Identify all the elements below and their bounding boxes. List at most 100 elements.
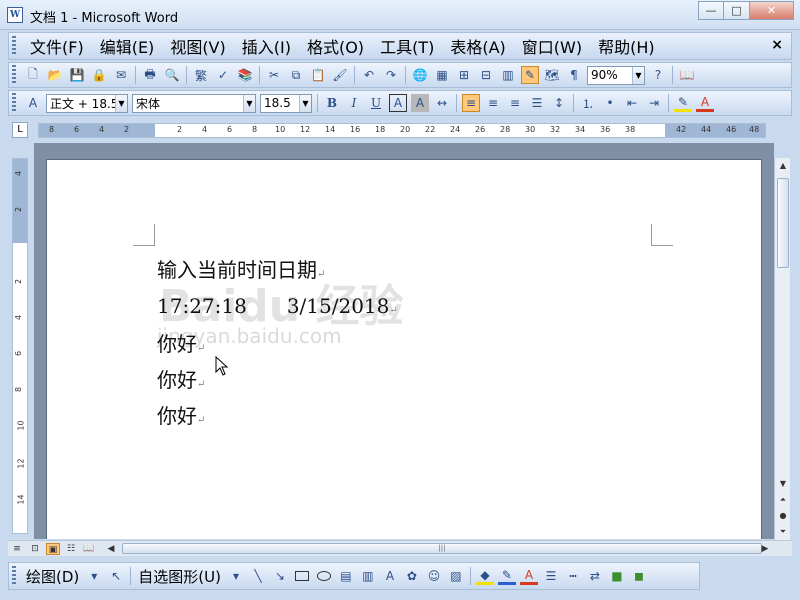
- arrow-tool-icon[interactable]: ↘: [271, 567, 289, 585]
- columns-icon[interactable]: ▥: [499, 66, 517, 84]
- copy-icon[interactable]: ⧉: [287, 66, 305, 84]
- close-document-button[interactable]: ×: [771, 37, 783, 53]
- character-border-button[interactable]: A: [389, 94, 407, 112]
- horizontal-ruler[interactable]: 8 6 4 2 2 4 6 8 10 12 14 16 18 20 22 24 …: [38, 123, 766, 138]
- redo-icon[interactable]: ↷: [382, 66, 400, 84]
- traditional-chinese-button[interactable]: 繁: [192, 66, 210, 84]
- style-dropdown[interactable]: 正文 + 18.5 ▼: [46, 93, 128, 113]
- scroll-up-icon[interactable]: ▲: [775, 158, 791, 174]
- line-style-icon[interactable]: ☰: [542, 567, 560, 585]
- select-objects-icon[interactable]: ↖: [107, 567, 125, 585]
- underline-button[interactable]: U: [367, 94, 385, 112]
- decrease-indent-icon[interactable]: ⇤: [623, 94, 641, 112]
- read-mode-icon[interactable]: 📖: [678, 66, 696, 84]
- bullets-icon[interactable]: •: [601, 94, 619, 112]
- text-box-icon[interactable]: ▤: [337, 567, 355, 585]
- align-left-icon[interactable]: ≡: [462, 94, 480, 112]
- character-scaling-icon[interactable]: ↔: [433, 94, 451, 112]
- document-line[interactable]: 输入当前时间日期↵: [157, 254, 325, 283]
- scroll-right-icon[interactable]: ▶: [758, 543, 772, 555]
- italic-button[interactable]: I: [345, 94, 363, 112]
- line-color-icon[interactable]: ✎: [497, 567, 516, 585]
- previous-page-icon[interactable]: ⏶: [775, 492, 791, 508]
- menu-format[interactable]: 格式(O): [299, 34, 372, 58]
- print-preview-icon[interactable]: 🔍: [163, 66, 181, 84]
- research-icon[interactable]: 📚: [236, 66, 254, 84]
- chevron-down-icon[interactable]: ▼: [299, 94, 311, 112]
- align-right-icon[interactable]: ≡: [506, 94, 524, 112]
- menu-table[interactable]: 表格(A): [442, 34, 513, 58]
- tables-borders-icon[interactable]: ▦: [433, 66, 451, 84]
- email-icon[interactable]: ✉: [112, 66, 130, 84]
- document-line[interactable]: 你好↵: [157, 400, 205, 429]
- tab-selector-icon[interactable]: L: [12, 122, 28, 138]
- shadow-style-icon[interactable]: ■: [608, 567, 626, 585]
- styles-formatting-icon[interactable]: A: [24, 94, 42, 112]
- font-color-button[interactable]: A: [696, 94, 714, 112]
- arrow-style-icon[interactable]: ⇄: [586, 567, 604, 585]
- chevron-down-icon[interactable]: ▾: [85, 567, 103, 585]
- insert-picture-icon[interactable]: ▨: [447, 567, 465, 585]
- outline-view-icon[interactable]: ☷: [64, 543, 78, 555]
- dash-style-icon[interactable]: ┅: [564, 567, 582, 585]
- vertical-ruler[interactable]: 4 2 2 4 6 8 10 12 14: [12, 158, 28, 534]
- justify-icon[interactable]: ☰: [528, 94, 546, 112]
- reading-layout-icon[interactable]: 📖: [82, 543, 96, 555]
- horizontal-scrollbar[interactable]: ≡ ⊡ ▣ ☷ 📖 ◀ ||| ▶: [8, 540, 792, 556]
- wordart-icon[interactable]: A: [381, 567, 399, 585]
- chevron-down-icon[interactable]: ▾: [227, 567, 245, 585]
- line-spacing-icon[interactable]: ↕: [550, 94, 568, 112]
- document-line[interactable]: 17:27:18 3/15/2018↵: [157, 290, 398, 319]
- document-page[interactable]: Baidu 经验 jingyan.baidu.com 输入当前时间日期↵ 17:…: [46, 159, 762, 539]
- zoom-dropdown[interactable]: 90% ▼: [587, 65, 645, 85]
- autoshapes-menu-button[interactable]: 自选图形(U): [134, 566, 225, 587]
- menu-file[interactable]: 文件(F): [22, 34, 92, 58]
- menu-tools[interactable]: 工具(T): [372, 34, 442, 58]
- numbering-icon[interactable]: ⒈: [579, 94, 597, 112]
- toolbar-grip-icon[interactable]: [12, 566, 16, 586]
- hyperlink-icon[interactable]: 🌐: [411, 66, 429, 84]
- word-doc-icon[interactable]: W: [7, 7, 23, 23]
- drawing-icon[interactable]: ✎: [521, 66, 539, 84]
- menu-insert[interactable]: 插入(I): [234, 34, 299, 58]
- vertical-text-box-icon[interactable]: ▥: [359, 567, 377, 585]
- help-icon[interactable]: ?: [649, 66, 667, 84]
- font-dropdown[interactable]: 宋体 ▼: [132, 93, 256, 113]
- document-line[interactable]: 你好↵: [157, 328, 205, 357]
- next-page-icon[interactable]: ⏷: [775, 524, 791, 540]
- print-icon[interactable]: 🖶: [141, 66, 159, 84]
- menu-view[interactable]: 视图(V): [162, 34, 233, 58]
- scroll-left-icon[interactable]: ◀: [104, 543, 118, 555]
- 3d-style-icon[interactable]: ◼: [630, 567, 648, 585]
- vertical-scrollbar[interactable]: ▲ ▼ ⏶ ● ⏷: [774, 158, 790, 540]
- chevron-down-icon[interactable]: ▼: [115, 94, 127, 112]
- minimize-button[interactable]: —: [698, 1, 724, 20]
- spelling-icon[interactable]: ✓: [214, 66, 232, 84]
- toolbar-grip-icon[interactable]: [12, 65, 16, 85]
- fill-color-icon[interactable]: ◆: [475, 567, 494, 585]
- scroll-down-icon[interactable]: ▼: [775, 476, 791, 492]
- close-button[interactable]: ✕: [750, 1, 794, 20]
- oval-tool-icon[interactable]: [316, 571, 331, 581]
- show-hide-icon[interactable]: ¶: [565, 66, 583, 84]
- paste-icon[interactable]: 📋: [309, 66, 327, 84]
- character-shading-button[interactable]: A: [411, 94, 429, 112]
- draw-menu-button[interactable]: 绘图(D): [22, 566, 83, 587]
- font-size-dropdown[interactable]: 18.5 ▼: [260, 93, 312, 113]
- browse-object-icon[interactable]: ●: [775, 508, 791, 524]
- horizontal-scroll-thumb[interactable]: |||: [122, 543, 762, 554]
- vertical-scroll-thumb[interactable]: [777, 178, 789, 268]
- toolbar-grip-icon[interactable]: [12, 36, 16, 56]
- insert-excel-icon[interactable]: ⊟: [477, 66, 495, 84]
- chevron-down-icon[interactable]: ▼: [632, 66, 644, 84]
- document-line[interactable]: 你好↵: [157, 364, 205, 393]
- insert-table-icon[interactable]: ⊞: [455, 66, 473, 84]
- maximize-button[interactable]: □: [724, 1, 750, 20]
- draw-font-color-icon[interactable]: A: [519, 567, 538, 585]
- document-map-icon[interactable]: 🗺: [543, 66, 561, 84]
- format-painter-icon[interactable]: 🖌: [331, 66, 349, 84]
- clip-art-icon[interactable]: ☺: [425, 567, 443, 585]
- save-icon[interactable]: 💾: [68, 66, 86, 84]
- menu-edit[interactable]: 编辑(E): [92, 34, 163, 58]
- new-document-icon[interactable]: 🗋: [24, 66, 42, 84]
